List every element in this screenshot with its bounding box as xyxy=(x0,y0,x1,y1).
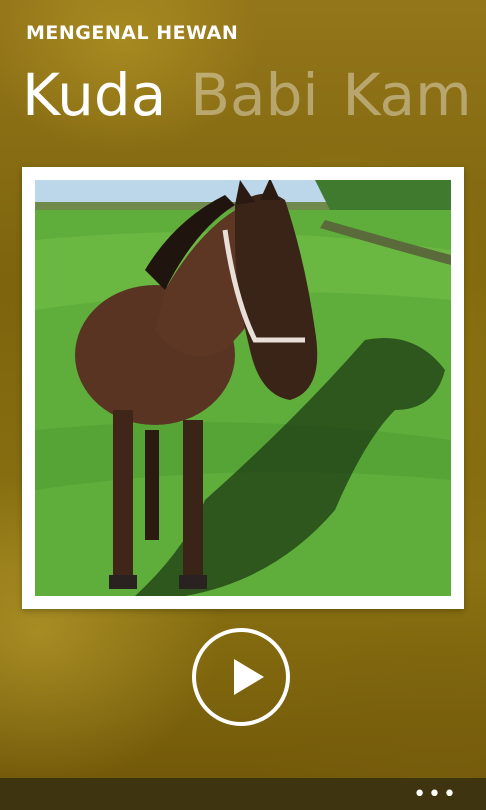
pivot-header: Kuda Babi Kam xyxy=(22,60,486,130)
play-button[interactable] xyxy=(192,628,290,726)
horse-photo xyxy=(35,180,451,596)
pivot-item-kuda[interactable]: Kuda xyxy=(22,60,166,130)
pivot-item-kam[interactable]: Kam xyxy=(343,60,472,130)
pivot-item-babi[interactable]: Babi xyxy=(190,60,318,130)
more-options-button[interactable]: ••• xyxy=(413,784,458,806)
play-icon xyxy=(234,659,264,695)
app-title: MENGENAL HEWAN xyxy=(26,22,239,44)
horse-image xyxy=(35,180,451,596)
photo-frame xyxy=(22,167,464,609)
app-bar: ••• xyxy=(0,778,486,810)
